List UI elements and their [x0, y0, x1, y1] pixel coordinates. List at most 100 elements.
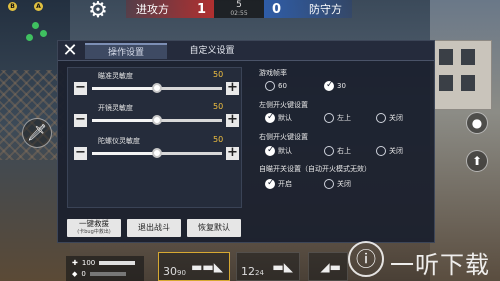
scope-sensitivity-slider[interactable] — [92, 115, 222, 125]
fps-option-30-label: 30 — [337, 82, 346, 90]
aim-sensitivity-increase-button[interactable]: + — [226, 81, 239, 95]
gear-icon[interactable]: ⚙ — [84, 0, 112, 24]
building — [432, 40, 492, 110]
knife-icon: ◢▬ — [320, 260, 341, 274]
defend-team: 0 防守方 — [264, 0, 352, 18]
auto-fire-on[interactable]: 开启 — [265, 178, 292, 189]
tab-custom-settings[interactable]: 自定义设置 — [176, 43, 248, 59]
player-status: ✚ 100 ◆ 0 — [66, 256, 144, 281]
scope-sensitivity-decrease-button[interactable]: − — [74, 113, 87, 127]
fps-option-60[interactable]: 60 — [265, 81, 287, 91]
left-fire-top-left-label: 左上 — [337, 114, 351, 122]
auto-fire-title: 自瞄开关设置（自动开火模式无效） — [259, 165, 371, 173]
minimap-marker-a: A — [34, 2, 43, 11]
radio-icon — [265, 81, 275, 91]
round-number: 5 — [236, 0, 242, 10]
auto-fire-on-label: 开启 — [278, 180, 292, 188]
gyro-sensitivity-slider[interactable] — [92, 148, 222, 158]
melee-weapon-slot[interactable]: ◢▬ — [308, 252, 348, 281]
armor-icon: ◆ — [72, 270, 78, 278]
slider-handle[interactable] — [152, 148, 162, 158]
player-dot — [32, 22, 39, 29]
gyro-sensitivity-increase-button[interactable]: + — [226, 146, 239, 160]
attack-score: 1 — [196, 1, 206, 17]
defend-team-label: 防守方 — [309, 3, 342, 16]
scope-sensitivity-value: 50 — [213, 102, 224, 111]
rescue-label: 一键救援 — [79, 219, 109, 228]
fps-option-30[interactable]: 30 — [324, 80, 346, 91]
left-fire-default[interactable]: 默认 — [265, 112, 292, 123]
left-fire-off-label: 关闭 — [389, 114, 403, 122]
primary-ammo-reserve: 90 — [177, 269, 186, 277]
gyro-sensitivity-value: 50 — [213, 135, 224, 144]
secondary-ammo-reserve: 24 — [255, 269, 264, 277]
panel-header: ✕ 操作设置 自定义设置 — [58, 41, 434, 61]
close-icon[interactable]: ✕ — [61, 42, 79, 60]
secondary-ammo: 1224 — [241, 265, 264, 278]
pistol-icon: ▬◣ — [272, 260, 293, 274]
minimap[interactable]: B A — [2, 0, 60, 46]
primary-ammo-count: 30 — [163, 265, 177, 278]
watermark-logo-icon: ⓘ — [348, 241, 384, 277]
right-fire-title: 右侧开火键设置 — [259, 133, 308, 141]
scope-sensitivity-increase-button[interactable]: + — [226, 113, 239, 127]
attack-team-label: 进攻方 — [136, 3, 169, 16]
left-fire-top-left[interactable]: 左上 — [324, 113, 351, 123]
tab-operation-settings[interactable]: 操作设置 — [85, 43, 167, 59]
health-bar — [99, 261, 136, 265]
primary-weapon-slot[interactable]: 3090 ▬▬◣ — [158, 252, 230, 281]
one-click-rescue-button[interactable]: 一键救援 (卡bug中救出) — [67, 219, 121, 237]
gyro-sensitivity-decrease-button[interactable]: − — [74, 146, 87, 160]
radio-icon — [265, 145, 275, 156]
defend-score: 0 — [272, 1, 282, 17]
slider-handle[interactable] — [152, 83, 162, 93]
right-fire-default-label: 默认 — [278, 147, 292, 155]
radio-icon — [324, 146, 334, 156]
exit-battle-button[interactable]: 退出战斗 — [127, 219, 181, 237]
health-icon: ✚ — [72, 259, 78, 267]
aim-sensitivity-slider[interactable] — [92, 83, 222, 93]
left-fire-default-label: 默认 — [278, 114, 292, 122]
restore-default-button[interactable]: 恢复默认 — [187, 219, 241, 237]
aim-sensitivity-value: 50 — [213, 70, 224, 79]
secondary-weapon-slot[interactable]: 1224 ▬◣ — [236, 252, 300, 281]
slider-handle[interactable] — [152, 115, 162, 125]
aim-sensitivity-label: 瞄准灵敏度 — [98, 72, 133, 80]
settings-panel: ✕ 操作设置 自定义设置 瞄准灵敏度 50 − + 开镜灵敏度 50 − + 陀… — [57, 40, 435, 243]
auto-fire-off[interactable]: 关闭 — [324, 179, 351, 189]
scope-sensitivity-label: 开镜灵敏度 — [98, 104, 133, 112]
rescue-sublabel: (卡bug中救出) — [77, 229, 111, 235]
minimap-marker-b: B — [8, 2, 17, 11]
secondary-ammo-count: 12 — [241, 265, 255, 278]
gyro-sensitivity-label: 陀螺仪灵敏度 — [98, 137, 140, 145]
right-fire-default[interactable]: 默认 — [265, 145, 292, 156]
scorebar: 进攻方 1 5 02:55 0 防守方 — [126, 0, 356, 20]
radio-icon — [265, 178, 275, 189]
left-fire-title: 左侧开火键设置 — [259, 101, 308, 109]
slider-fill — [92, 119, 157, 122]
armor-value: 0 — [81, 270, 86, 278]
slider-fill — [92, 87, 157, 90]
round-info: 5 02:55 — [214, 0, 264, 18]
grenade-button[interactable]: ● — [466, 112, 488, 134]
right-fire-off-label: 关闭 — [389, 147, 403, 155]
radio-icon — [376, 146, 386, 156]
slider-fill — [92, 152, 157, 155]
aim-sensitivity-decrease-button[interactable]: − — [74, 81, 87, 95]
radio-icon — [324, 113, 334, 123]
fps-option-60-label: 60 — [278, 82, 287, 90]
attack-team: 进攻方 1 — [126, 0, 214, 18]
watermark: ⓘ 一听下载 — [348, 241, 498, 279]
fps-title: 游戏帧率 — [259, 69, 287, 77]
right-fire-off[interactable]: 关闭 — [376, 146, 403, 156]
right-fire-top-right-label: 右上 — [337, 147, 351, 155]
radio-icon — [376, 113, 386, 123]
radio-icon — [265, 112, 275, 123]
left-fire-off[interactable]: 关闭 — [376, 113, 403, 123]
radio-icon — [324, 80, 334, 91]
melee-button[interactable]: 🗡 — [22, 118, 52, 148]
primary-ammo: 3090 — [163, 265, 186, 278]
armor-bar — [89, 272, 126, 276]
jump-button[interactable]: ⬆ — [466, 150, 488, 172]
right-fire-top-right[interactable]: 右上 — [324, 146, 351, 156]
